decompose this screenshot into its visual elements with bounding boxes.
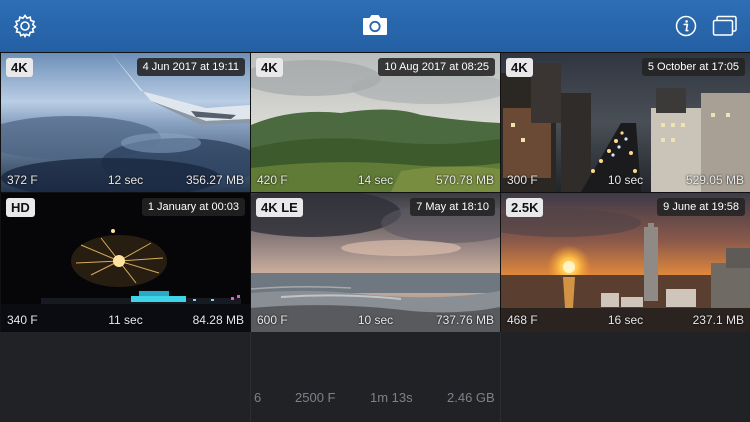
file-size: 84.28 MB [192,313,244,327]
video-tile[interactable]: 4K 10 Aug 2017 at 08:25 420 F 14 sec 570… [251,53,500,192]
file-size: 529.05 MB [685,173,744,187]
video-grid: 4K 4 Jun 2017 at 19:11 372 F 12 sec 356.… [0,52,750,332]
video-duration: 14 sec [357,173,394,187]
file-size: 237.1 MB [692,313,744,327]
frame-count: 420 F [257,173,288,187]
resolution-badge: 4K [256,58,283,77]
video-duration: 16 sec [607,313,644,327]
grid-divider [500,332,501,422]
video-date: 9 June at 19:58 [657,198,745,216]
resolution-badge: 4K [506,58,533,77]
resolution-badge: 4K LE [256,198,303,217]
resolution-badge: 2.5K [506,198,544,217]
file-size: 356.27 MB [185,173,244,187]
empty-grid-area [0,332,750,422]
total-frames: 2500 F [295,390,336,405]
frame-count: 340 F [7,313,38,327]
stacked-windows-icon[interactable] [712,15,738,37]
resolution-badge: HD [6,198,35,217]
file-size: 570.78 MB [435,173,494,187]
total-size: 2.46 GB [447,390,495,405]
grid-divider [250,332,251,422]
video-tile[interactable]: HD 1 January at 00:03 340 F 11 sec 84.28… [1,193,250,332]
video-date: 7 May at 18:10 [410,198,495,216]
video-duration: 12 sec [107,173,144,187]
gear-icon[interactable] [12,13,38,39]
video-duration: 10 sec [607,173,644,187]
video-date: 10 Aug 2017 at 08:25 [378,58,495,76]
video-tile[interactable]: 4K 5 October at 17:05 300 F 10 sec 529.0… [501,53,750,192]
video-tile[interactable]: 4K LE 7 May at 18:10 600 F 10 sec 737.76… [251,193,500,332]
resolution-badge: 4K [6,58,33,77]
frame-count: 300 F [507,173,538,187]
frame-count: 600 F [257,313,288,327]
video-date: 5 October at 17:05 [641,58,745,76]
video-date: 1 January at 00:03 [141,198,245,216]
camera-icon[interactable] [361,14,389,36]
video-date: 4 Jun 2017 at 19:11 [136,58,245,76]
video-tile[interactable]: 4K 4 Jun 2017 at 19:11 372 F 12 sec 356.… [1,53,250,192]
top-toolbar [0,0,750,52]
video-count: 6 [254,390,262,405]
video-duration: 10 sec [357,313,394,327]
video-duration: 11 sec [108,313,143,327]
frame-count: 468 F [507,313,538,327]
file-size: 737.76 MB [435,313,494,327]
video-tile[interactable]: 2.5K 9 June at 19:58 468 F 16 sec 237.1 … [501,193,750,332]
total-duration: 1m 13s [370,390,413,405]
frame-count: 372 F [7,173,38,187]
info-icon[interactable] [675,15,697,37]
